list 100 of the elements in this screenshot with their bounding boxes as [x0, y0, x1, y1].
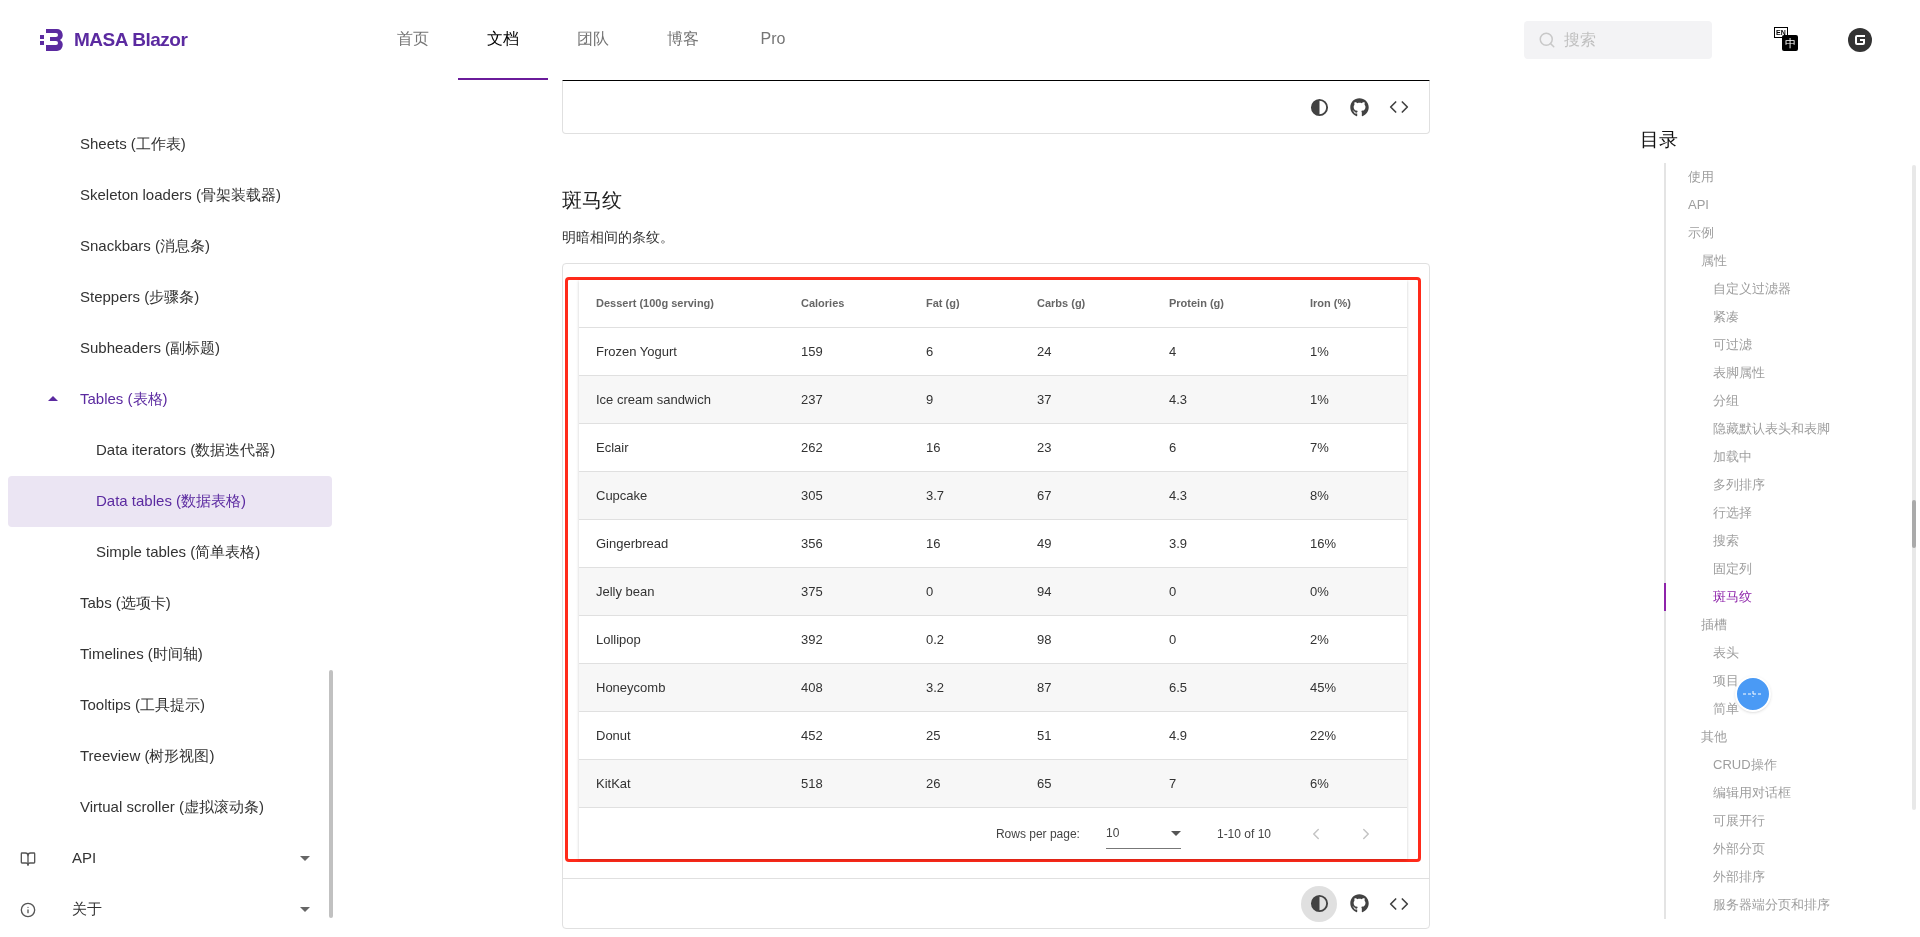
sidebar-item[interactable]: Skeleton loaders (骨架装载器)	[8, 170, 332, 221]
table-cell-text: Honeycomb	[596, 678, 667, 697]
dropdown-caret-icon	[1170, 830, 1181, 836]
table-cell-text: 518	[801, 774, 824, 793]
table-cell-text: 45%	[1310, 678, 1338, 697]
table-cell-text: 6	[926, 342, 935, 361]
table-cell-text: 0	[926, 582, 935, 601]
section-title: 斑马纹	[562, 188, 623, 213]
table-cell-text: 24	[1037, 342, 1053, 361]
toc-link[interactable]: 分组	[1664, 386, 1920, 415]
table-cell-text: 25	[926, 726, 942, 745]
column-header[interactable]: Dessert (100g serving)	[596, 295, 801, 312]
nav-tab[interactable]: 首页	[368, 0, 458, 80]
table-cell-text: Lollipop	[596, 630, 642, 649]
toc-link[interactable]: 简单	[1664, 694, 1920, 723]
table-cell-text: 65	[1037, 774, 1053, 793]
toc-link[interactable]: 表脚属性	[1664, 358, 1920, 387]
sidebar-item[interactable]: Tooltips (工具提示)	[8, 680, 332, 731]
table-cell-text: 22%	[1310, 726, 1338, 745]
toc-link[interactable]: 紧凑	[1664, 302, 1920, 331]
toc-link[interactable]: 多列排序	[1664, 470, 1920, 499]
table-cell-text: 94	[1037, 582, 1053, 601]
toc-link[interactable]: 可过滤	[1664, 330, 1920, 359]
toc-link[interactable]: 可展开行	[1664, 806, 1920, 835]
column-header[interactable]: Carbs (g)	[1037, 295, 1169, 312]
table-cell-text: 4.9	[1169, 726, 1189, 745]
toc-link[interactable]: 属性	[1664, 246, 1920, 275]
table-cell-text: 0%	[1310, 582, 1330, 601]
assistant-icon	[1743, 691, 1763, 697]
sidebar-item[interactable]: Treeview (树形视图)	[8, 731, 332, 782]
table-cell-text: 305	[801, 486, 824, 505]
toc-link[interactable]: 编辑用对话框	[1664, 778, 1920, 807]
table-cell-text: 0.2	[926, 630, 946, 649]
table-cell-text: 237	[801, 390, 824, 409]
sidebar-item[interactable]: Steppers (步骤条)	[8, 272, 332, 323]
sidebar-item[interactable]: Timelines (时间轴)	[8, 629, 332, 680]
table-cell-text: 16	[926, 438, 942, 457]
table-cell-text: 23	[1037, 438, 1053, 457]
toc-link[interactable]: 隐藏默认表头和表脚	[1664, 414, 1920, 443]
table-cell-text: Ice cream sandwich	[596, 390, 712, 409]
table-cell-text: 3.2	[926, 678, 946, 697]
sidebar-item[interactable]: Data iterators (数据迭代器)	[8, 425, 332, 476]
table-cell-text: 26	[926, 774, 942, 793]
toc-link[interactable]: 使用	[1664, 162, 1920, 191]
nav-tab[interactable]: Pro	[728, 0, 818, 80]
table-cell-text: 392	[801, 630, 824, 649]
toc-link[interactable]: 其他	[1664, 722, 1920, 751]
rows-per-page-label: Rows per page:	[995, 825, 1080, 843]
toc-link[interactable]: CRUD操作	[1664, 750, 1920, 779]
table-cell-text: 262	[801, 438, 824, 457]
github-icon	[1349, 894, 1369, 913]
toc-link[interactable]: 项目	[1664, 666, 1920, 695]
toc-link[interactable]: 加载中	[1664, 442, 1920, 471]
caret-icon	[300, 856, 310, 861]
toc-link[interactable]: 服务器端分页和排序	[1664, 890, 1920, 919]
toolbar-button[interactable]	[1301, 885, 1337, 922]
toc-link[interactable]: 外部排序	[1664, 862, 1920, 891]
toc-link[interactable]: 固定列	[1664, 554, 1920, 583]
table-cell-text: 37	[1037, 390, 1053, 409]
toc-link[interactable]: 表头	[1664, 638, 1920, 667]
table-cell-text: Gingerbread	[596, 534, 670, 553]
column-header[interactable]: Fat (g)	[926, 295, 1037, 312]
toc-link[interactable]: 示例	[1664, 218, 1920, 247]
sidebar-item[interactable]: Data tables (数据表格)	[8, 476, 332, 527]
nav-tab[interactable]: 文档	[458, 0, 548, 80]
nav-tab[interactable]: 博客	[638, 0, 728, 80]
table-cell-text: 16%	[1310, 534, 1338, 553]
sidebar-item[interactable]: Snackbars (消息条)	[8, 221, 332, 272]
nav-tab[interactable]: 团队	[548, 0, 638, 80]
sidebar-item[interactable]: Subheaders (副标题)	[8, 323, 332, 374]
scrollbar-thumb[interactable]	[329, 670, 333, 918]
table-cell-text: Frozen Yogurt	[596, 342, 678, 361]
table-cell-text: 356	[801, 534, 824, 553]
table-cell-text: Jelly bean	[596, 582, 656, 601]
pagination-range: 1-10 of 10	[1216, 825, 1271, 843]
toc-link[interactable]: 插槽	[1664, 610, 1920, 639]
sidebar-item[interactable]: Sheets (工作表)	[8, 119, 332, 170]
column-header[interactable]: Iron (%)	[1310, 295, 1407, 312]
toc-link[interactable]: API	[1664, 190, 1920, 219]
sidebar-item[interactable]: Virtual scroller (虚拟滚动条)	[8, 782, 332, 833]
rows-per-page-select[interactable]: 10	[1105, 818, 1181, 849]
sidebar-group[interactable]: 关于	[0, 884, 340, 935]
sidebar-item[interactable]: Tabs (选项卡)	[8, 578, 332, 629]
table-cell-text: 1%	[1310, 342, 1330, 361]
sidebar-item[interactable]: Tables (表格)	[8, 374, 332, 425]
toc-link[interactable]: 外部分页	[1664, 834, 1920, 863]
sidebar-item[interactable]: Simple tables (简单表格)	[8, 527, 332, 578]
toc-link[interactable]: 搜索	[1664, 526, 1920, 555]
table-cell-text: 4	[1169, 342, 1178, 361]
table-cell-text: 2%	[1310, 630, 1330, 649]
g-logo-icon[interactable]	[1848, 28, 1872, 52]
scrollbar-thumb[interactable]	[1912, 500, 1916, 548]
toc-title: 目录	[1640, 128, 1679, 152]
column-header[interactable]: Protein (g)	[1169, 295, 1310, 312]
toc-link[interactable]: 自定义过滤器	[1664, 274, 1920, 303]
column-header[interactable]: Calories	[801, 295, 926, 312]
toc-link[interactable]: 行选择	[1664, 498, 1920, 527]
logo-icon	[40, 27, 66, 53]
sidebar-group[interactable]: API	[0, 833, 340, 884]
table-cell-text: 0	[1169, 582, 1178, 601]
